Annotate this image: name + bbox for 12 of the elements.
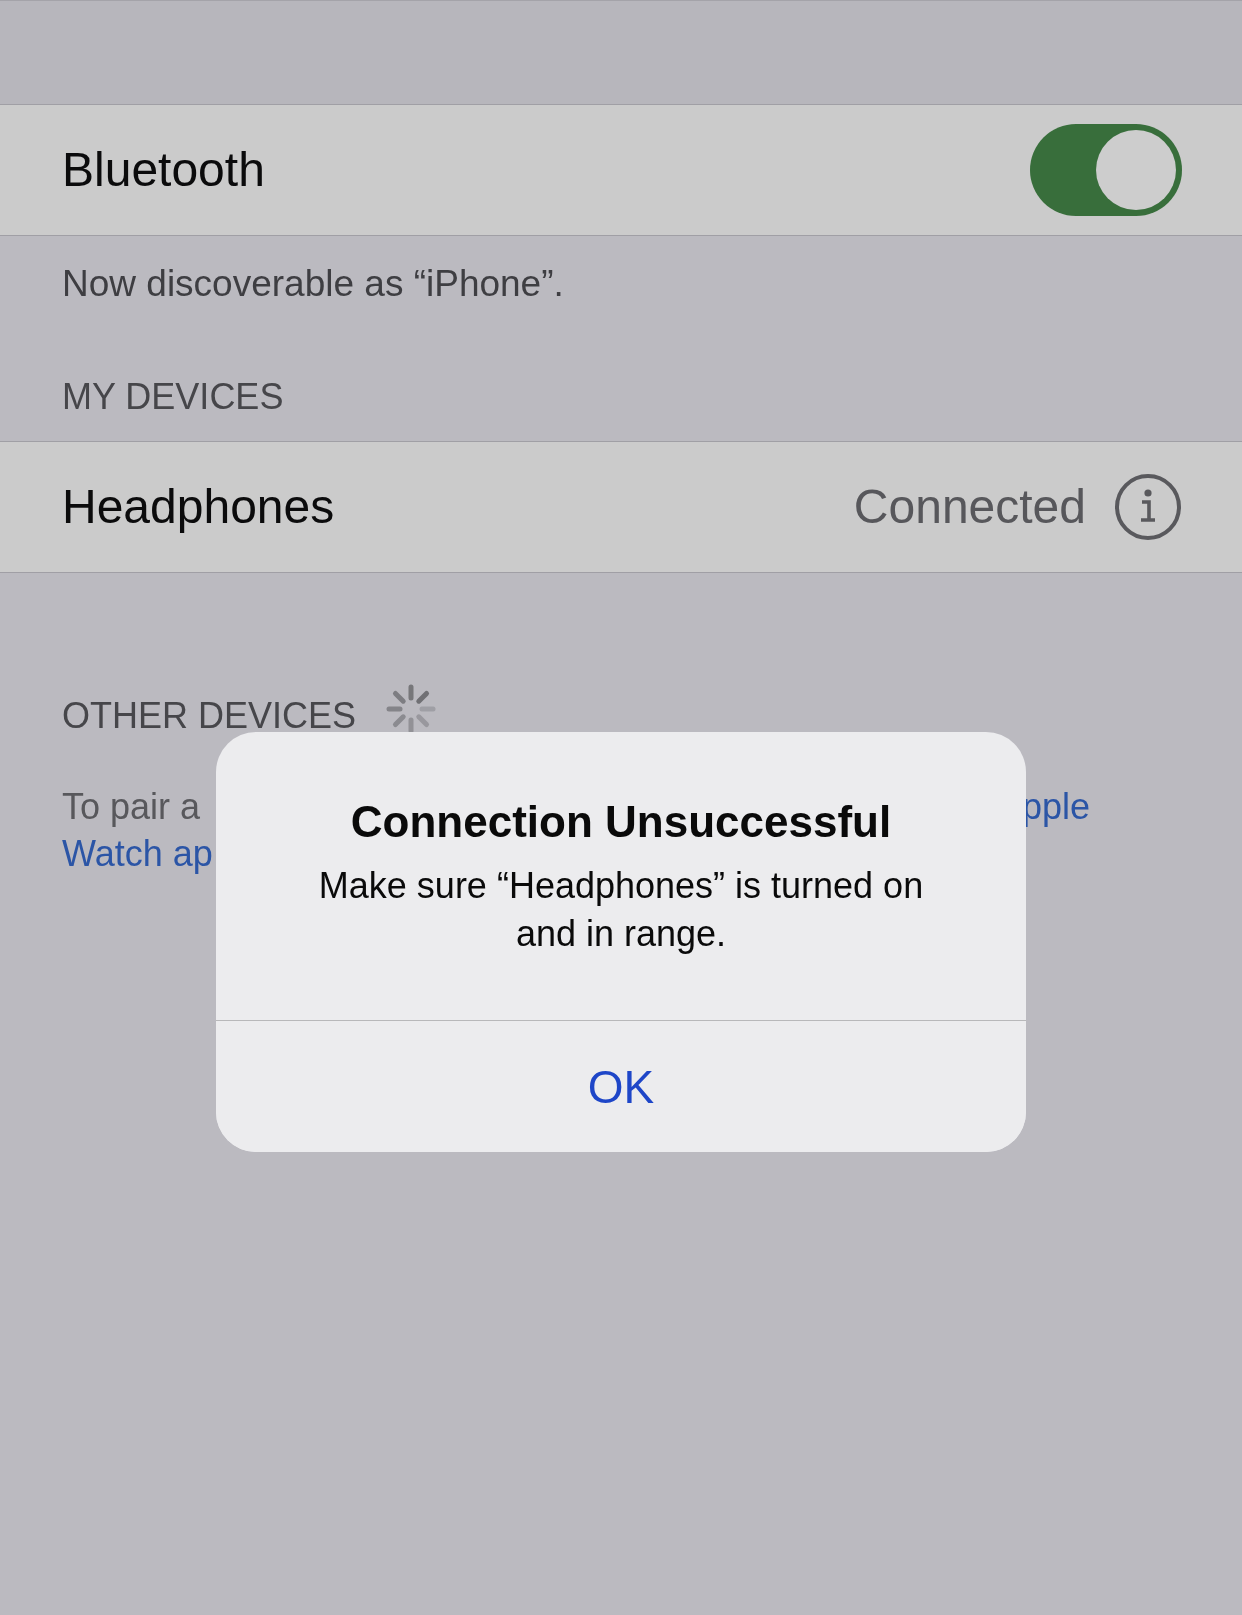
discoverable-note: Now discoverable as “iPhone”. xyxy=(62,262,564,306)
info-icon[interactable] xyxy=(1114,473,1182,541)
bluetooth-label: Bluetooth xyxy=(62,142,265,198)
alert-message: Make sure “Headphones” is turned on and in range. xyxy=(317,864,925,956)
ok-button[interactable]: OK xyxy=(216,1020,1026,1152)
section-header: OTHER DEVICES xyxy=(62,694,357,738)
pairing-note-text: To pair a xyxy=(62,785,201,829)
alert-title: Connection Unsuccessful xyxy=(350,796,892,848)
link-text[interactable]: Watch ap xyxy=(62,830,213,877)
device-name[interactable]: Headphones xyxy=(62,479,335,535)
section-header: MY DEVICES xyxy=(62,375,284,419)
device-status: Connected xyxy=(853,479,1086,535)
